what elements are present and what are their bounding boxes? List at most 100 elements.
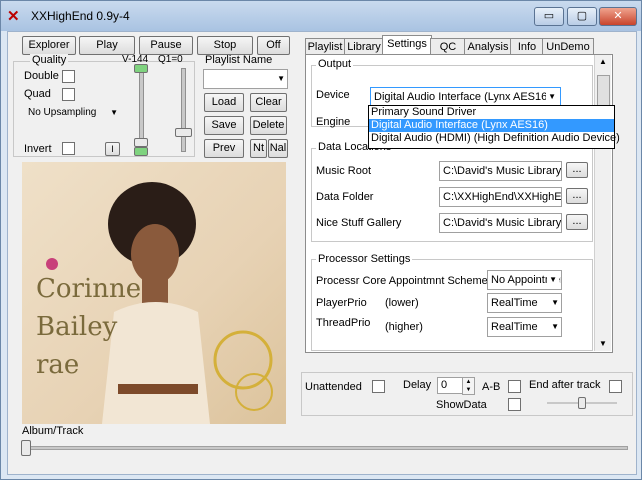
nal-button[interactable]: Nal [268, 139, 288, 158]
i-button[interactable]: I [105, 142, 120, 156]
save-button[interactable]: Save [204, 116, 244, 135]
core-scheme-label: Processr Core Appointmnt Scheme [316, 275, 488, 287]
chevron-down-icon: ▼ [546, 88, 558, 106]
invert-label: Invert [24, 143, 52, 155]
pause-button[interactable]: Pause [139, 36, 193, 55]
delete-button[interactable]: Delete [250, 116, 287, 135]
ab-checkbox[interactable] [508, 380, 521, 393]
browse-music-root-button[interactable]: ... [566, 162, 588, 178]
unattended-checkbox[interactable] [372, 380, 385, 393]
clear-button[interactable]: Clear [250, 93, 287, 112]
show-data-checkbox[interactable] [508, 398, 521, 411]
thread-prio-value: RealTime [491, 321, 538, 333]
playlist-name-label: Playlist Name [205, 54, 273, 66]
chevron-down-icon: ▼ [110, 108, 118, 117]
scroll-up-icon[interactable]: ▲ [599, 57, 607, 66]
tab-qc[interactable]: QC [430, 38, 466, 55]
music-root-label: Music Root [316, 165, 372, 177]
tab-settings[interactable]: Settings [382, 35, 432, 56]
gallery-label: Nice Stuff Gallery [316, 217, 402, 229]
unattended-label: Unattended [305, 381, 362, 393]
music-root-field[interactable]: C:\David's Music Library [439, 161, 562, 181]
minimize-button[interactable]: ▭ [534, 7, 564, 26]
nt-button[interactable]: Nt [250, 139, 267, 158]
end-after-track-checkbox[interactable] [609, 380, 622, 393]
small-slider-thumb[interactable] [578, 397, 586, 409]
app-logo-icon: ✕ [7, 8, 20, 25]
prev-button[interactable]: Prev [204, 139, 244, 158]
explorer-button[interactable]: Explorer [22, 36, 76, 55]
delay-spinner[interactable]: ▲ ▼ [462, 377, 475, 395]
scroll-down-icon[interactable]: ▼ [599, 339, 607, 348]
album-artist-line1: Corinne [36, 274, 142, 304]
spin-down-icon[interactable]: ▼ [466, 387, 472, 393]
album-track-label: Album/Track [22, 425, 84, 437]
app-window: ✕ XXHighEnd 0.9y-4 ▭ ▢ ✕ Explorer Play P… [0, 0, 642, 480]
dropdown-option-selected[interactable]: Digital Audio Interface (Lynx AES16) [369, 119, 614, 132]
window-title: XXHighEnd 0.9y-4 [31, 9, 130, 23]
device-label: Device [316, 89, 350, 101]
data-folder-label: Data Folder [316, 191, 374, 203]
device-select[interactable]: Digital Audio Interface (Lynx AES16) ▼ [370, 87, 561, 107]
load-button[interactable]: Load [204, 93, 244, 112]
quad-checkbox[interactable] [62, 88, 75, 101]
maximize-button[interactable]: ▢ [567, 7, 597, 26]
chevron-down-icon: ▼ [277, 74, 285, 83]
dropdown-option[interactable]: Primary Sound Driver [369, 106, 614, 119]
core-scheme-select[interactable]: No Appointment ▼ [487, 270, 562, 290]
upsampling-value: No Upsampling [28, 107, 97, 118]
thread-prio-label: ThreadPrio [316, 317, 371, 329]
invert-checkbox[interactable] [62, 142, 75, 155]
q-label: Q1=0 [158, 54, 183, 65]
processor-title: Processor Settings [316, 253, 413, 265]
tab-analysis[interactable]: Analysis [464, 38, 512, 55]
device-dropdown-list: Primary Sound Driver Digital Audio Inter… [368, 105, 620, 149]
seek-slider-track[interactable] [22, 446, 628, 450]
seek-slider-thumb[interactable] [21, 440, 31, 456]
dropdown-option[interactable]: Digital Audio (HDMI) (High Definition Au… [369, 132, 620, 145]
album-artist-line2: Bailey [36, 312, 118, 342]
play-button[interactable]: Play [79, 36, 135, 55]
settings-panel: Output Device Digital Audio Interface (L… [305, 54, 613, 353]
ab-label: A-B [482, 381, 501, 393]
tab-undemo[interactable]: UnDemo [542, 38, 594, 55]
show-data-label: ShowData [436, 399, 487, 411]
off-button[interactable]: Off [257, 36, 290, 55]
album-cover-image: Corinne Bailey rae [22, 162, 286, 424]
close-button[interactable]: ✕ [599, 7, 637, 26]
volume-slider-bottom-thumb[interactable] [134, 147, 148, 156]
engine-label: Engine [316, 116, 351, 128]
data-folder-field[interactable]: C:\XXHighEnd\XXHighEnd [439, 187, 562, 207]
delay-label: Delay [403, 379, 432, 391]
tab-playlist[interactable]: Playlist [305, 38, 345, 55]
player-prio-select[interactable]: RealTime ▼ [487, 293, 562, 313]
output-title: Output [316, 58, 354, 70]
album-artist-line3: rae [36, 350, 80, 380]
chevron-down-icon: ▼ [551, 298, 559, 307]
playlist-name-select[interactable]: ▼ [203, 69, 288, 89]
double-label: Double [24, 70, 59, 82]
thread-prio-select[interactable]: RealTime ▼ [487, 317, 562, 337]
gallery-field[interactable]: C:\David's Music Library [439, 213, 562, 233]
q-slider-track[interactable] [181, 68, 186, 152]
upsampling-select[interactable]: No Upsampling ▼ [24, 104, 121, 121]
settings-scrollbar[interactable]: ▲ ▼ [594, 55, 611, 351]
chevron-down-icon: ▼ [547, 271, 559, 289]
spin-up-icon[interactable]: ▲ [466, 379, 472, 385]
browse-gallery-button[interactable]: ... [566, 214, 588, 230]
volume-slider-thumb[interactable] [134, 138, 148, 147]
player-prio-label: PlayerPrio [316, 297, 367, 309]
tab-info[interactable]: Info [510, 38, 544, 55]
volume-slider-top-thumb[interactable] [134, 64, 148, 73]
player-prio-hint: (lower) [385, 297, 419, 309]
double-checkbox[interactable] [62, 70, 75, 83]
device-value: Digital Audio Interface (Lynx AES16) [374, 91, 551, 103]
quad-label: Quad [24, 88, 51, 100]
quality-label: Quality [30, 54, 69, 66]
stop-button[interactable]: Stop [197, 36, 253, 55]
q-slider-thumb[interactable] [175, 128, 192, 137]
browse-data-folder-button[interactable]: ... [566, 188, 588, 204]
thread-prio-hint: (higher) [385, 321, 423, 333]
player-prio-value: RealTime [491, 297, 538, 309]
tab-library[interactable]: Library [344, 38, 384, 55]
